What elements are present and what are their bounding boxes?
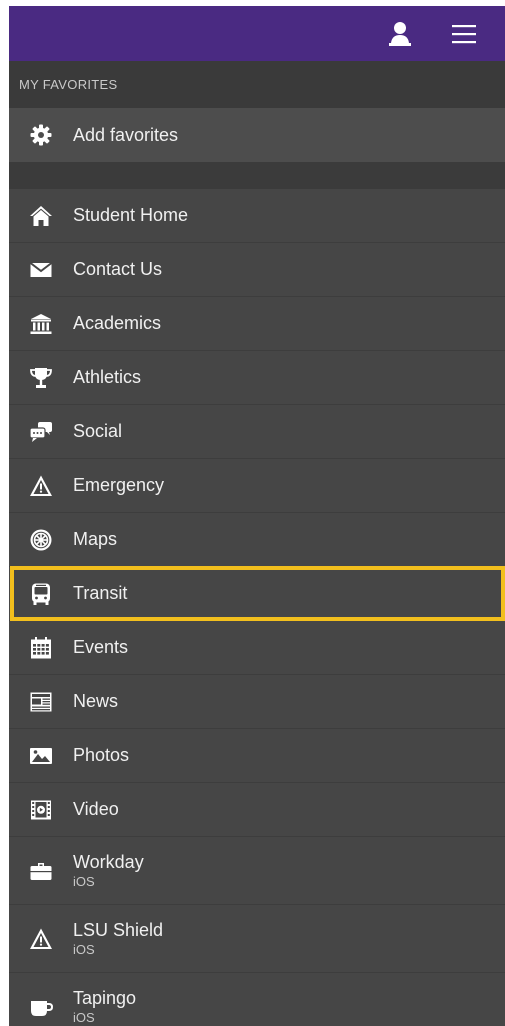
menu-item-label: LSU Shield [73, 920, 164, 940]
menu-item-lsu-shield[interactable]: LSU Shield iOS [9, 905, 505, 973]
briefcase-icon [9, 844, 73, 898]
photo-icon [9, 729, 73, 783]
menu-button[interactable] [447, 17, 481, 51]
menu-item-label: Workday [73, 852, 144, 872]
menu-item-label: Student Home [73, 205, 189, 225]
menu-item-label: Transit [73, 583, 128, 603]
warning-icon [9, 912, 73, 966]
envelope-icon [9, 243, 73, 297]
menu-item-news[interactable]: News [9, 675, 505, 729]
menu-item-tapingo[interactable]: Tapingo iOS [9, 973, 505, 1026]
menu-item-academics[interactable]: Academics [9, 297, 505, 351]
main-menu-list: Student Home Contact Us Academics Athlet… [9, 189, 505, 1026]
newspaper-icon [9, 675, 73, 729]
section-divider [9, 162, 505, 189]
menu-item-platform: iOS [73, 942, 95, 957]
menu-item-label: Contact Us [73, 259, 163, 279]
warning-icon [9, 459, 73, 513]
menu-item-athletics[interactable]: Athletics [9, 351, 505, 405]
menu-item-events[interactable]: Events [9, 621, 505, 675]
menu-item-platform: iOS [73, 1010, 95, 1025]
menu-item-maps[interactable]: Maps [9, 513, 505, 567]
profile-button[interactable] [383, 17, 417, 51]
favorites-title: MY FAVORITES [19, 77, 118, 92]
menu-item-transit[interactable]: Transit [9, 566, 505, 621]
app-screen: MY FAVORITES Add favorites Student Home … [9, 6, 505, 1026]
hamburger-menu-icon [452, 24, 476, 43]
gear-icon [9, 108, 73, 162]
menu-item-student-home[interactable]: Student Home [9, 189, 505, 243]
home-icon [9, 189, 73, 243]
add-favorites-label: Add favorites [73, 124, 179, 145]
calendar-icon [9, 621, 73, 675]
menu-item-social[interactable]: Social [9, 405, 505, 459]
menu-item-label: Emergency [73, 475, 165, 495]
bus-icon [9, 567, 73, 621]
menu-item-label: Photos [73, 745, 130, 765]
menu-item-photos[interactable]: Photos [9, 729, 505, 783]
menu-item-contact-us[interactable]: Contact Us [9, 243, 505, 297]
menu-item-label: Tapingo [73, 988, 137, 1008]
menu-item-label: Events [73, 637, 129, 657]
menu-item-platform: iOS [73, 874, 95, 889]
menu-item-label: Athletics [73, 367, 142, 387]
menu-item-label: Maps [73, 529, 118, 549]
menu-item-emergency[interactable]: Emergency [9, 459, 505, 513]
menu-item-workday[interactable]: Workday iOS [9, 837, 505, 905]
add-favorites-button[interactable]: Add favorites [9, 108, 505, 162]
menu-item-label: News [73, 691, 119, 711]
top-bar [9, 6, 505, 61]
menu-item-label: Social [73, 421, 123, 441]
coffee-cup-icon [9, 980, 73, 1026]
menu-item-label: Academics [73, 313, 162, 333]
map-wheel-icon [9, 513, 73, 567]
menu-item-label: Video [73, 799, 119, 819]
trophy-icon [9, 351, 73, 405]
film-icon [9, 783, 73, 837]
user-icon [389, 21, 411, 46]
favorites-header: MY FAVORITES [9, 61, 505, 108]
building-icon [9, 297, 73, 351]
menu-item-video[interactable]: Video [9, 783, 505, 837]
chat-bubbles-icon [9, 405, 73, 459]
